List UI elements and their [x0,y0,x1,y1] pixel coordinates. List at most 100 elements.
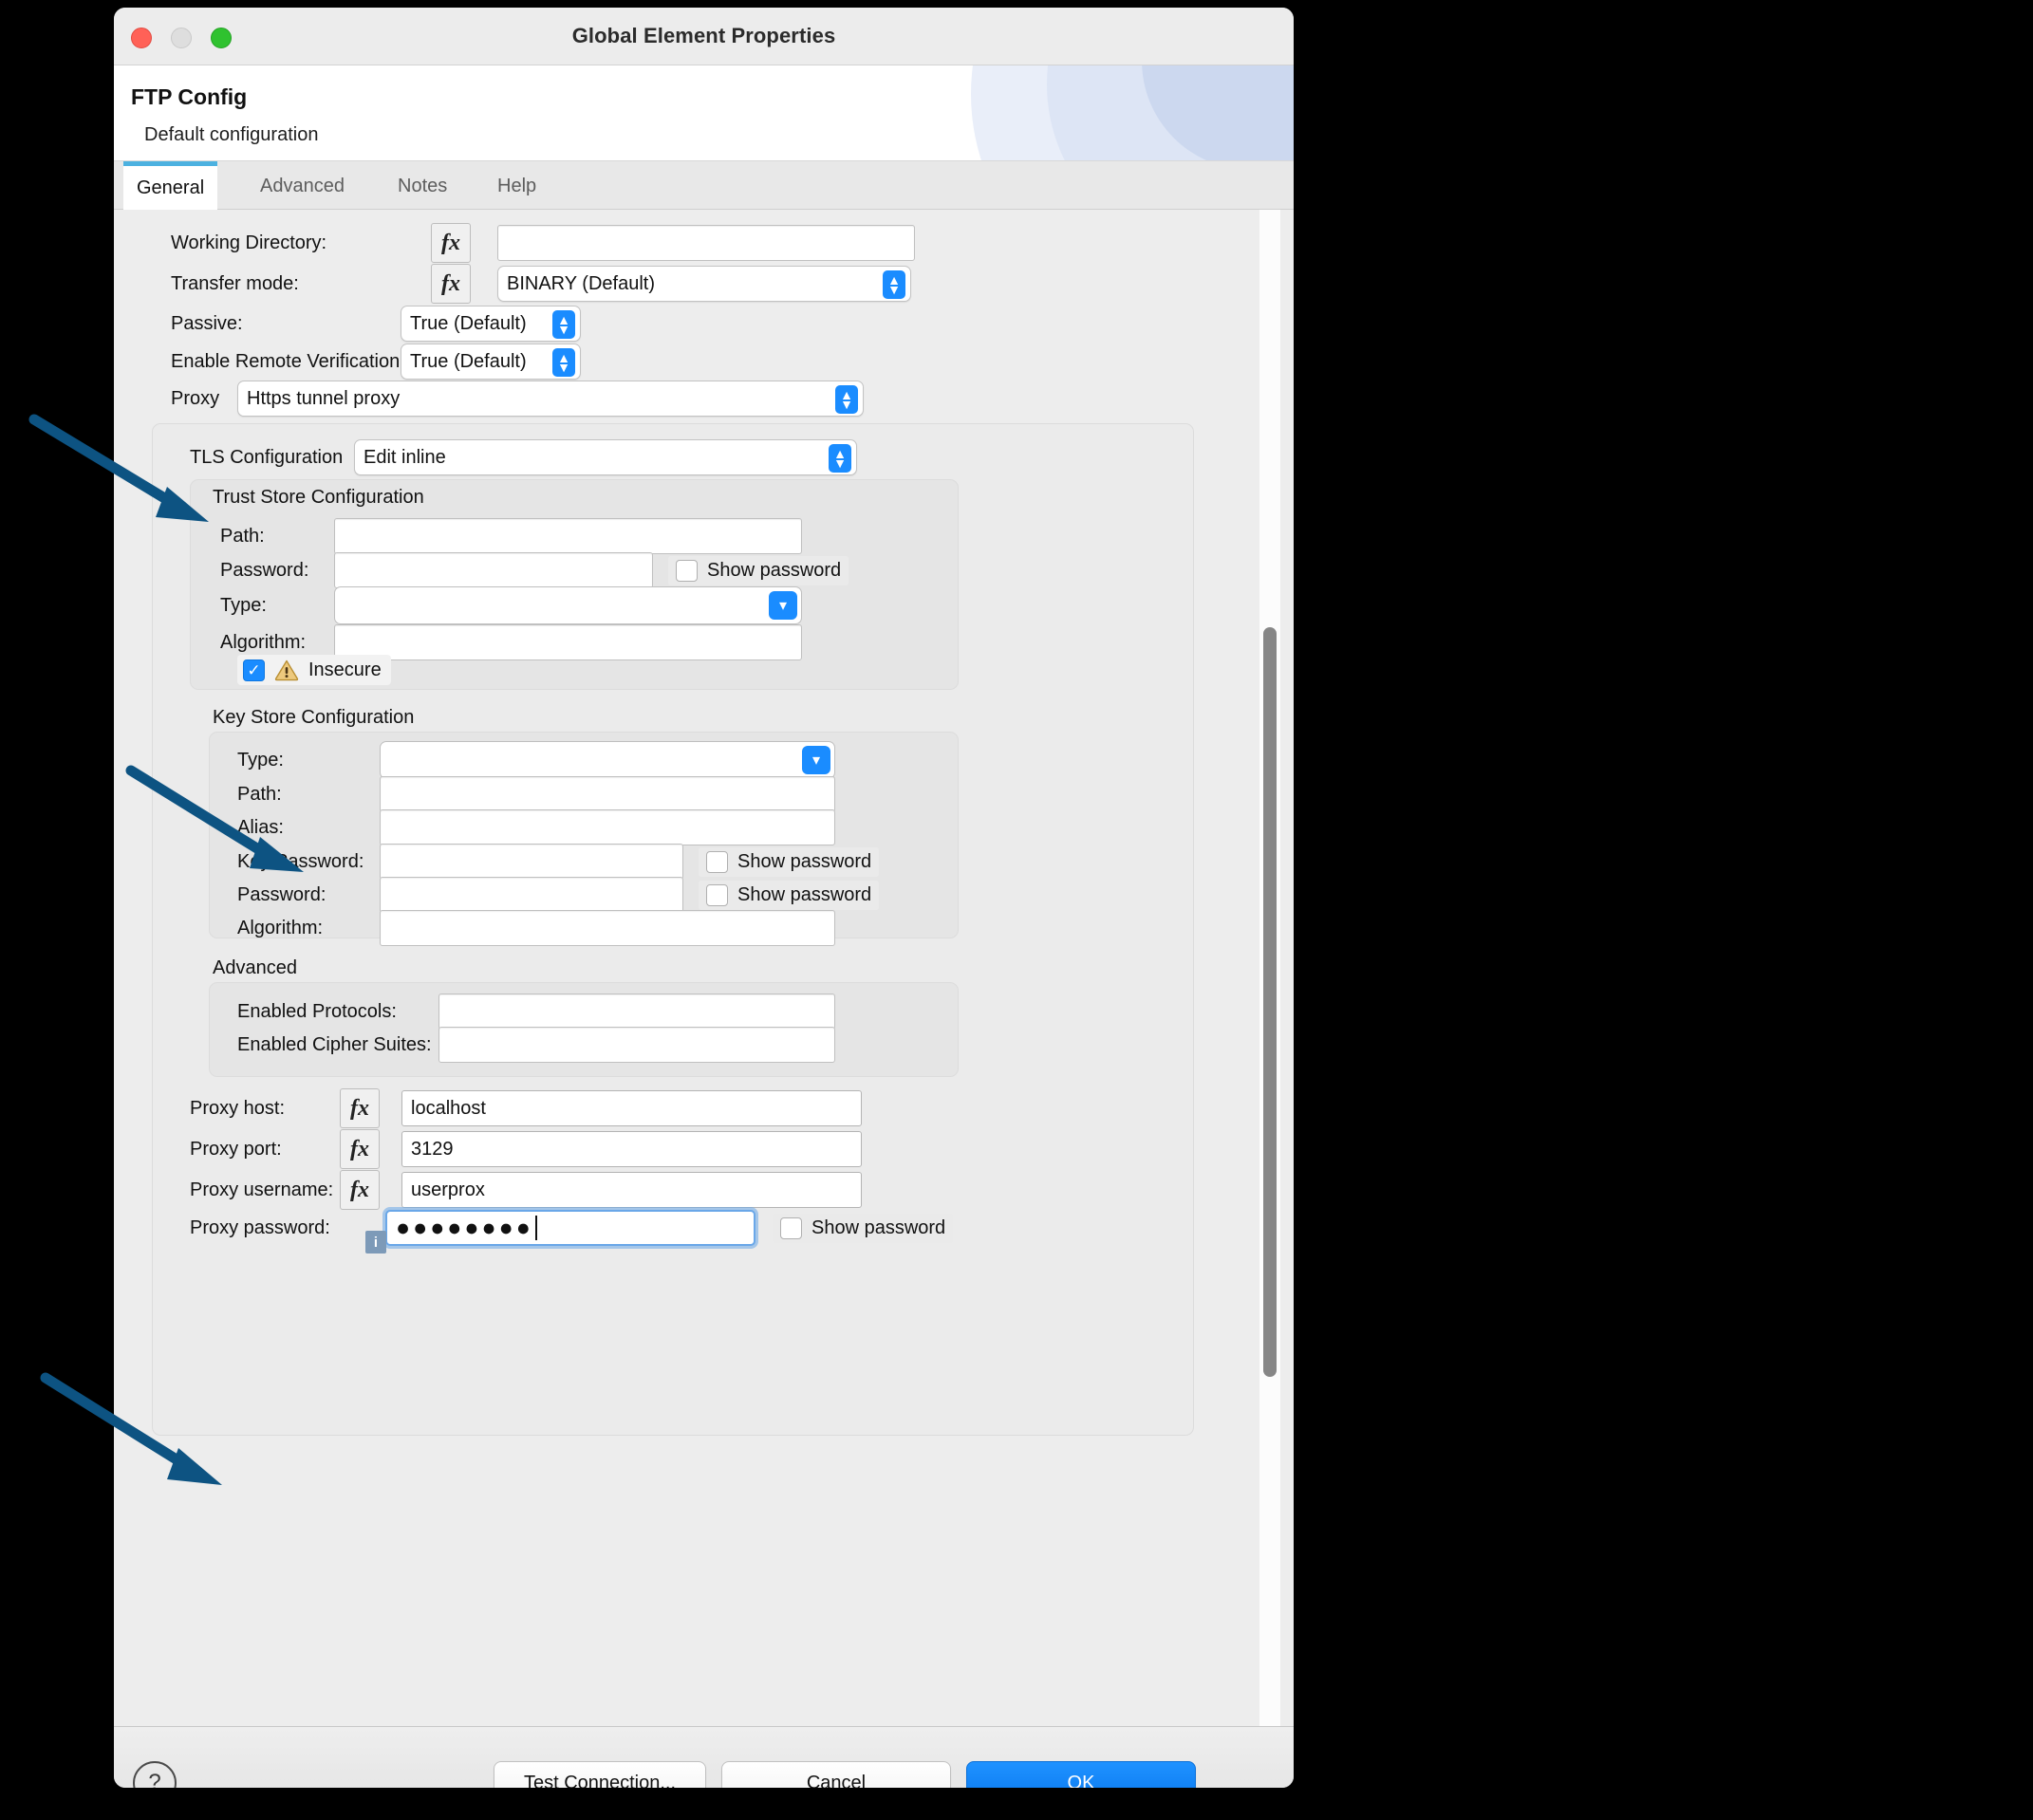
settings-scroll-pane: Working Directory: fx Transfer mode: fx … [125,210,1261,1726]
help-button[interactable]: ? [133,1761,177,1788]
proxy-host-input[interactable]: localhost [401,1090,862,1126]
proxy-host-label: Proxy host: [190,1097,286,1119]
cancel-button[interactable]: Cancel [721,1761,951,1788]
proxy-label: Proxy [171,387,220,409]
proxy-port-input[interactable]: 3129 [401,1131,862,1167]
trust-store-path-input[interactable] [334,518,802,554]
chevron-updown-icon: ▲ ▼ [552,310,575,339]
key-store-password-show-checkbox[interactable] [706,883,728,906]
warning-icon [274,659,299,681]
field-row-enable-remote-verification: Enable Remote Verification: True (Defaul… [171,344,1224,380]
field-row-passive: Passive: True (Default) ▲ ▼ [171,306,1224,342]
vertical-scrollbar[interactable] [1259,210,1280,1726]
trust-store-algorithm-label: Algorithm: [220,631,307,653]
trust-store-show-password-toggle[interactable]: Show password [668,555,849,585]
field-row-enabled-protocols: Enabled Protocols: [237,994,835,1030]
proxy-password-label: Proxy password: [190,1216,330,1238]
proxy-password-input[interactable]: ●●●●●●●● [385,1210,755,1246]
trust-store-path-label: Path: [220,525,265,547]
key-store-alias-input[interactable] [380,809,835,845]
trust-store-show-password-checkbox[interactable] [676,559,698,582]
transfer-mode-value: BINARY (Default) [507,272,655,294]
field-row-transfer-mode: Transfer mode: fx BINARY (Default) ▲ ▼ [171,264,1224,304]
key-store-key-password-show-toggle[interactable]: Show password [699,846,880,877]
insecure-toggle[interactable]: ✓ Insecure [237,655,391,685]
tab-help[interactable]: Help [484,161,550,209]
field-row-proxy-port: Proxy port: fx 3129 [190,1129,862,1169]
transfer-mode-select[interactable]: BINARY (Default) ▲ ▼ [497,266,911,302]
test-connection-button[interactable]: Test Connection... [494,1761,706,1788]
ok-button[interactable]: OK [966,1761,1196,1788]
key-store-key-password-input[interactable] [380,844,683,880]
insecure-label: Insecure [308,659,382,680]
field-row-proxy: Proxy Https tunnel proxy ▲ ▼ [171,381,1224,417]
insecure-checkbox[interactable]: ✓ [243,659,265,681]
proxy-port-label: Proxy port: [190,1138,282,1160]
page-subtitle: Default configuration [144,124,319,145]
dialog-header: FTP Config Default configuration [114,65,1294,161]
passive-value: True (Default) [410,312,527,334]
enabled-cipher-suites-input[interactable] [438,1027,835,1063]
key-store-password-input[interactable] [380,877,683,913]
trust-store-show-password-label: Show password [707,559,842,581]
chevron-down-icon[interactable]: ▾ [769,591,797,620]
tls-configuration-select[interactable]: Edit inline ▲ ▼ [354,439,857,475]
working-directory-input[interactable] [497,225,915,261]
key-store-type-label: Type: [237,749,284,771]
tls-configuration-value: Edit inline [364,446,446,468]
chevron-updown-icon: ▲ ▼ [552,348,575,377]
trust-store-password-label: Password: [220,559,309,581]
key-store-title: Key Store Configuration [213,707,415,728]
properties-dialog-window: Global Element Properties FTP Config Def… [114,8,1294,1788]
proxy-select[interactable]: Https tunnel proxy ▲ ▼ [237,381,864,417]
trust-store-title: Trust Store Configuration [213,487,424,508]
passive-select[interactable]: True (Default) ▲ ▼ [401,306,581,342]
field-row-proxy-password: Proxy password: i ●●●●●●●● Show password [190,1210,954,1254]
proxy-username-label: Proxy username: [190,1179,334,1200]
scrollbar-thumb[interactable] [1263,627,1277,1377]
enabled-protocols-input[interactable] [438,994,835,1030]
info-badge-icon: i [365,1231,386,1254]
title-bar: Global Element Properties [114,8,1294,65]
key-store-algorithm-input[interactable] [380,910,835,946]
chevron-updown-icon: ▲ ▼ [883,270,905,299]
enable-remote-verification-value: True (Default) [410,350,527,372]
trust-store-type-combobox[interactable]: ▾ [334,586,802,624]
chevron-down-icon[interactable]: ▾ [802,746,830,774]
proxy-password-show-toggle[interactable]: Show password [773,1213,954,1243]
key-store-key-password-label: Key Password: [237,850,364,872]
proxy-password-show-label: Show password [811,1216,946,1238]
tab-notes[interactable]: Notes [384,161,460,209]
key-store-password-show-toggle[interactable]: Show password [699,880,880,910]
key-store-type-combobox[interactable]: ▾ [380,741,835,779]
field-row-trust-store-type: Type: ▾ [220,586,802,624]
key-store-path-input[interactable] [380,776,835,812]
transfer-mode-fx-icon[interactable]: fx [431,264,471,304]
enabled-cipher-suites-label: Enabled Cipher Suites: [237,1033,432,1055]
enable-remote-verification-select[interactable]: True (Default) ▲ ▼ [401,344,581,380]
proxy-port-fx-icon[interactable]: fx [340,1129,380,1169]
trust-store-password-input[interactable] [334,552,653,588]
tab-general[interactable]: General [123,161,218,214]
field-row-key-store-key-password: Key Password: Show password [237,844,880,880]
key-store-password-show-label: Show password [737,883,872,905]
key-store-alias-label: Alias: [237,816,284,838]
key-store-password-label: Password: [237,883,326,905]
tab-advanced[interactable]: Advanced [247,161,358,209]
trust-store-algorithm-input[interactable] [334,624,802,660]
enable-remote-verification-label: Enable Remote Verification: [171,350,405,372]
proxy-password-show-checkbox[interactable] [780,1216,802,1239]
transfer-mode-label: Transfer mode: [171,272,299,294]
field-row-enabled-cipher-suites: Enabled Cipher Suites: [237,1027,835,1063]
proxy-host-fx-icon[interactable]: fx [340,1088,380,1128]
key-store-key-password-show-checkbox[interactable] [706,850,728,873]
working-directory-fx-icon[interactable]: fx [431,223,471,263]
field-row-key-store-alias: Alias: [237,809,835,845]
trust-store-type-label: Type: [220,594,267,616]
key-store-algorithm-label: Algorithm: [237,917,324,938]
field-row-proxy-username: Proxy username: fx userprox [190,1170,862,1210]
key-store-path-label: Path: [237,783,282,805]
proxy-username-fx-icon[interactable]: fx [340,1170,380,1210]
field-row-trust-store-path: Path: [220,518,802,554]
proxy-username-input[interactable]: userprox [401,1172,862,1208]
